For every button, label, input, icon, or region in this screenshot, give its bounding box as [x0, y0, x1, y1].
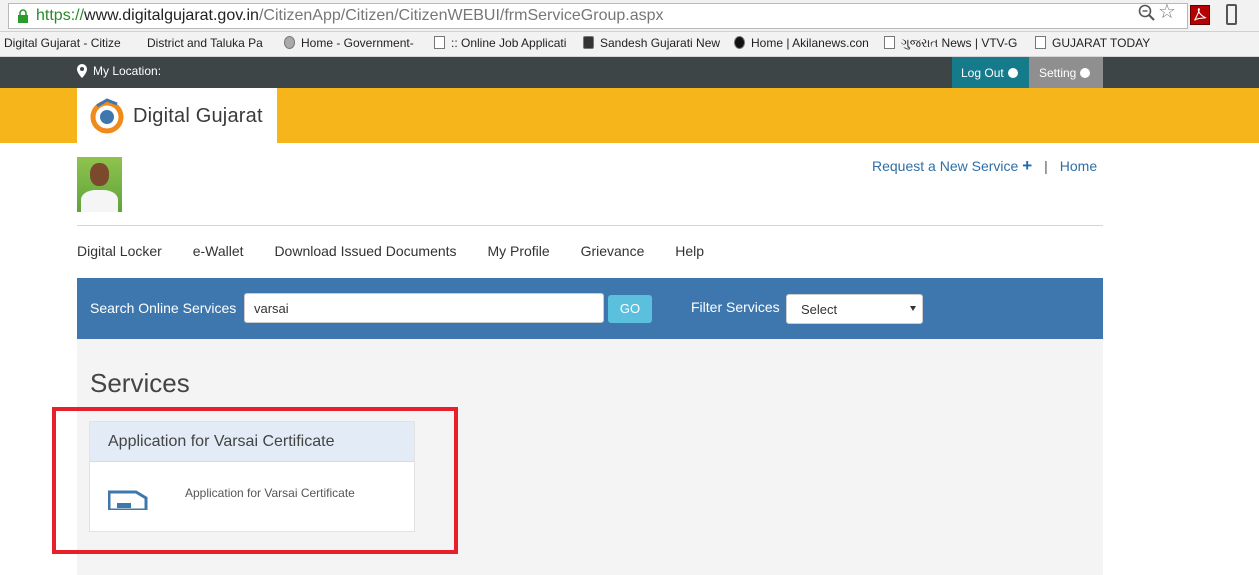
bookmark-item[interactable]: :: Online Job Applicati [434, 36, 574, 50]
caret-down-icon [910, 306, 916, 311]
pdf-extension-icon[interactable] [1190, 5, 1210, 25]
sandesh-icon [583, 36, 594, 49]
filter-selected-value: Select [801, 302, 838, 317]
bookmark-label: District and Taluka Pa [147, 36, 263, 50]
divider [77, 225, 1103, 226]
bookmarks-bar: Digital Gujarat - Citize District and Ta… [0, 32, 1259, 57]
user-icon [1007, 68, 1018, 78]
filter-label: Filter Services [691, 299, 780, 315]
link-separator: | [1044, 158, 1048, 174]
page-icon [1035, 36, 1046, 49]
logout-button[interactable]: Log Out [952, 57, 1029, 88]
bookmark-item[interactable]: Home | Akilanews.con [734, 36, 872, 50]
search-input[interactable] [244, 293, 604, 323]
bookmark-item[interactable]: Digital Gujarat - Citize [4, 36, 122, 50]
url-path: /CitizenApp/Citizen/CitizenWEBUI/frmServ… [258, 7, 664, 24]
brand-banner: Digital Gujarat [0, 88, 1259, 143]
lock-icon [18, 9, 28, 23]
bookmark-item[interactable]: Sandesh Gujarati New [583, 36, 721, 50]
services-title: Services [90, 368, 190, 398]
digital-gujarat-logo-icon [90, 98, 124, 134]
site-top-bar: My Location: Log Out Setting [0, 57, 1259, 88]
nav-my-profile[interactable]: My Profile [487, 243, 549, 259]
bookmark-label: ગુજરાત News | VTV-G [901, 36, 1018, 50]
bookmark-item[interactable]: ગુજરાત News | VTV-G [884, 36, 1022, 51]
mobile-device-icon[interactable] [1226, 4, 1237, 25]
bookmark-label: Home - Government- [301, 36, 414, 50]
location-pin-icon [77, 64, 87, 78]
browser-address-bar: https://www.digitalgujarat.gov.in/Citize… [0, 0, 1259, 32]
my-location[interactable]: My Location: [76, 64, 161, 78]
main-nav: Digital Locker e-Wallet Download Issued … [77, 243, 731, 259]
bookmark-item[interactable]: GUJARAT TODAY [1035, 36, 1165, 50]
url-text: https://www.digitalgujarat.gov.in/Citize… [36, 7, 664, 25]
logo[interactable]: Digital Gujarat [77, 88, 277, 143]
url-field[interactable]: https://www.digitalgujarat.gov.in/Citize… [8, 3, 1188, 29]
bookmark-label: GUJARAT TODAY [1052, 36, 1151, 50]
brand-name: Digital Gujarat [133, 105, 263, 127]
url-domain: www.digitalgujarat.gov.in [84, 7, 259, 24]
bookmark-label: :: Online Job Applicati [451, 36, 567, 50]
location-label: My Location: [93, 64, 162, 78]
search-panel: Search Online Services GO Filter Service… [77, 278, 1103, 339]
akila-icon [734, 36, 745, 49]
request-new-service-link[interactable]: Request a New Service + [872, 156, 1033, 175]
header-links: Request a New Service + | Home [872, 156, 1097, 176]
page-icon [434, 36, 445, 49]
setting-button[interactable]: Setting [1029, 57, 1103, 88]
nav-grievance[interactable]: Grievance [581, 243, 645, 259]
nav-help[interactable]: Help [675, 243, 704, 259]
bookmark-label: Home | Akilanews.con [751, 36, 869, 50]
nav-download-issued-documents[interactable]: Download Issued Documents [274, 243, 456, 259]
plus-icon: + [1022, 156, 1033, 175]
bookmark-item[interactable]: Home - Government- [284, 36, 422, 50]
highlight-box [52, 407, 458, 554]
globe-icon [284, 36, 295, 49]
gear-icon [1080, 68, 1091, 78]
blank-page-icon [130, 36, 141, 49]
bookmark-label: Sandesh Gujarati New [600, 36, 721, 50]
request-label: Request a New Service [872, 158, 1019, 174]
zoom-icon[interactable] [1138, 4, 1156, 22]
bookmark-label: Digital Gujarat - Citize [4, 36, 121, 50]
bookmark-star-icon[interactable]: ☆ [1158, 2, 1176, 22]
home-link[interactable]: Home [1060, 158, 1097, 174]
search-label: Search Online Services [90, 300, 237, 316]
page-icon [884, 36, 895, 49]
bookmark-item[interactable]: District and Taluka Pa [130, 36, 270, 50]
avatar-face [90, 163, 109, 186]
logout-label: Log Out [961, 66, 1004, 80]
avatar[interactable] [77, 157, 122, 212]
nav-digital-locker[interactable]: Digital Locker [77, 243, 162, 259]
url-scheme: https:// [36, 7, 85, 24]
filter-select[interactable]: Select [786, 294, 923, 324]
nav-e-wallet[interactable]: e-Wallet [193, 243, 244, 259]
setting-label: Setting [1039, 66, 1077, 80]
avatar-shirt [81, 190, 118, 212]
go-button[interactable]: GO [608, 295, 652, 323]
